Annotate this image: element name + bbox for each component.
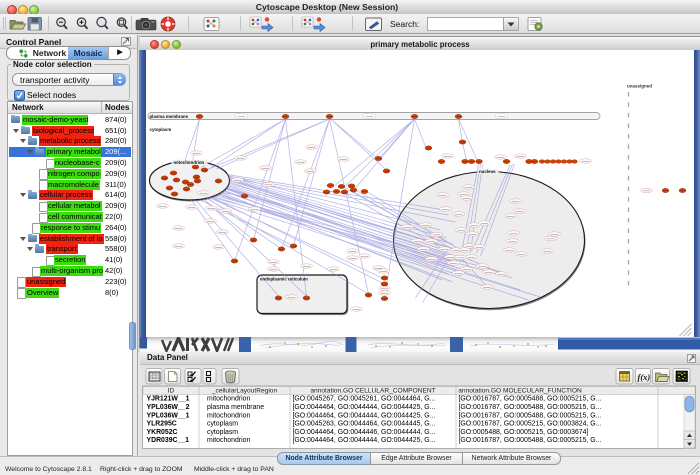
svg-text:YKR052C: YKR052C xyxy=(147,429,178,436)
svg-text:mitochondrion: mitochondrion xyxy=(207,437,250,444)
svg-text:endoplasmic reticulum: endoplasmic reticulum xyxy=(260,277,308,282)
svg-text:plasma membrane: plasma membrane xyxy=(149,114,188,119)
svg-text:YJR121W__1: YJR121W__1 xyxy=(147,396,190,403)
svg-text:_cellularLayoutRegion: _cellularLayoutRegion xyxy=(211,388,278,395)
svg-text:[GO:0016787, GO:0005488, GO:00: [GO:0016787, GO:0005488, GO:0005215, G..… xyxy=(459,437,602,444)
svg-text:f(x): f(x) xyxy=(638,372,651,382)
svg-text:cytoplasm: cytoplasm xyxy=(207,421,238,428)
svg-text:[GO:0045263, GO:0044464, GO:00: [GO:0045263, GO:0044464, GO:0044445, G..… xyxy=(293,421,436,428)
svg-text:[GO:0016787, GO:0005215, GO:00: [GO:0016787, GO:0005215, GO:0003824, G..… xyxy=(459,421,602,428)
svg-text:mitochondrion: mitochondrion xyxy=(207,412,250,419)
svg-text:[GO:0005488, GO:0005215, GO:00: [GO:0005488, GO:0005215, GO:0003674] xyxy=(459,429,589,436)
svg-text:annotation.GO MOLECULAR_FUNCTI: annotation.GO MOLECULAR_FUNCTION xyxy=(458,388,582,395)
svg-text:mitochondrion: mitochondrion xyxy=(207,396,250,403)
svg-text:YDR039C__1: YDR039C__1 xyxy=(147,437,190,444)
svg-text:[GO:0016787, GO:0005488, GO:00: [GO:0016787, GO:0005488, GO:0005215, G..… xyxy=(459,396,602,403)
svg-text:YPL036W__1: YPL036W__1 xyxy=(147,412,190,419)
svg-text:[GO:0044464, GO:0044444, GO:00: [GO:0044464, GO:0044444, GO:0044425, G..… xyxy=(293,437,436,444)
svg-text:nucleus: nucleus xyxy=(479,169,496,174)
svg-text:[GO:0044464, GO:0044444, GO:00: [GO:0044464, GO:0044444, GO:0044425, G..… xyxy=(293,404,436,411)
svg-text:cytoplasm: cytoplasm xyxy=(207,429,238,436)
svg-text:[GO:0016787, GO:0005488, GO:00: [GO:0016787, GO:0005488, GO:0005215, G..… xyxy=(459,412,602,419)
svg-text:[GO:0044464, GO:0044444, GO:00: [GO:0044464, GO:0044444, GO:0044425, G..… xyxy=(293,412,436,419)
svg-text:cytoplasm: cytoplasm xyxy=(149,127,171,132)
svg-text:mitochondrion: mitochondrion xyxy=(173,160,204,165)
svg-text:[GO:0045267, GO:0045261, GO:00: [GO:0045267, GO:0045261, GO:0044464, G..… xyxy=(293,396,436,403)
svg-text:Search:: Search: xyxy=(390,19,419,29)
svg-text:YLR295C: YLR295C xyxy=(147,421,177,428)
svg-text:[GO:0016787, GO:0005488, GO:00: [GO:0016787, GO:0005488, GO:0005215, G..… xyxy=(459,404,602,411)
svg-text:unassigned: unassigned xyxy=(627,84,652,89)
svg-text:annotation.GO CELLULAR_COMPONE: annotation.GO CELLULAR_COMPONENT xyxy=(310,388,435,395)
svg-text:plasma membrane: plasma membrane xyxy=(207,404,264,411)
svg-text:ID: ID xyxy=(168,388,175,395)
svg-text:[GO:0044464, GO:0044446, GO:00: [GO:0044464, GO:0044446, GO:0044444, G..… xyxy=(293,429,436,436)
svg-text:YPL036W__2: YPL036W__2 xyxy=(147,404,190,411)
